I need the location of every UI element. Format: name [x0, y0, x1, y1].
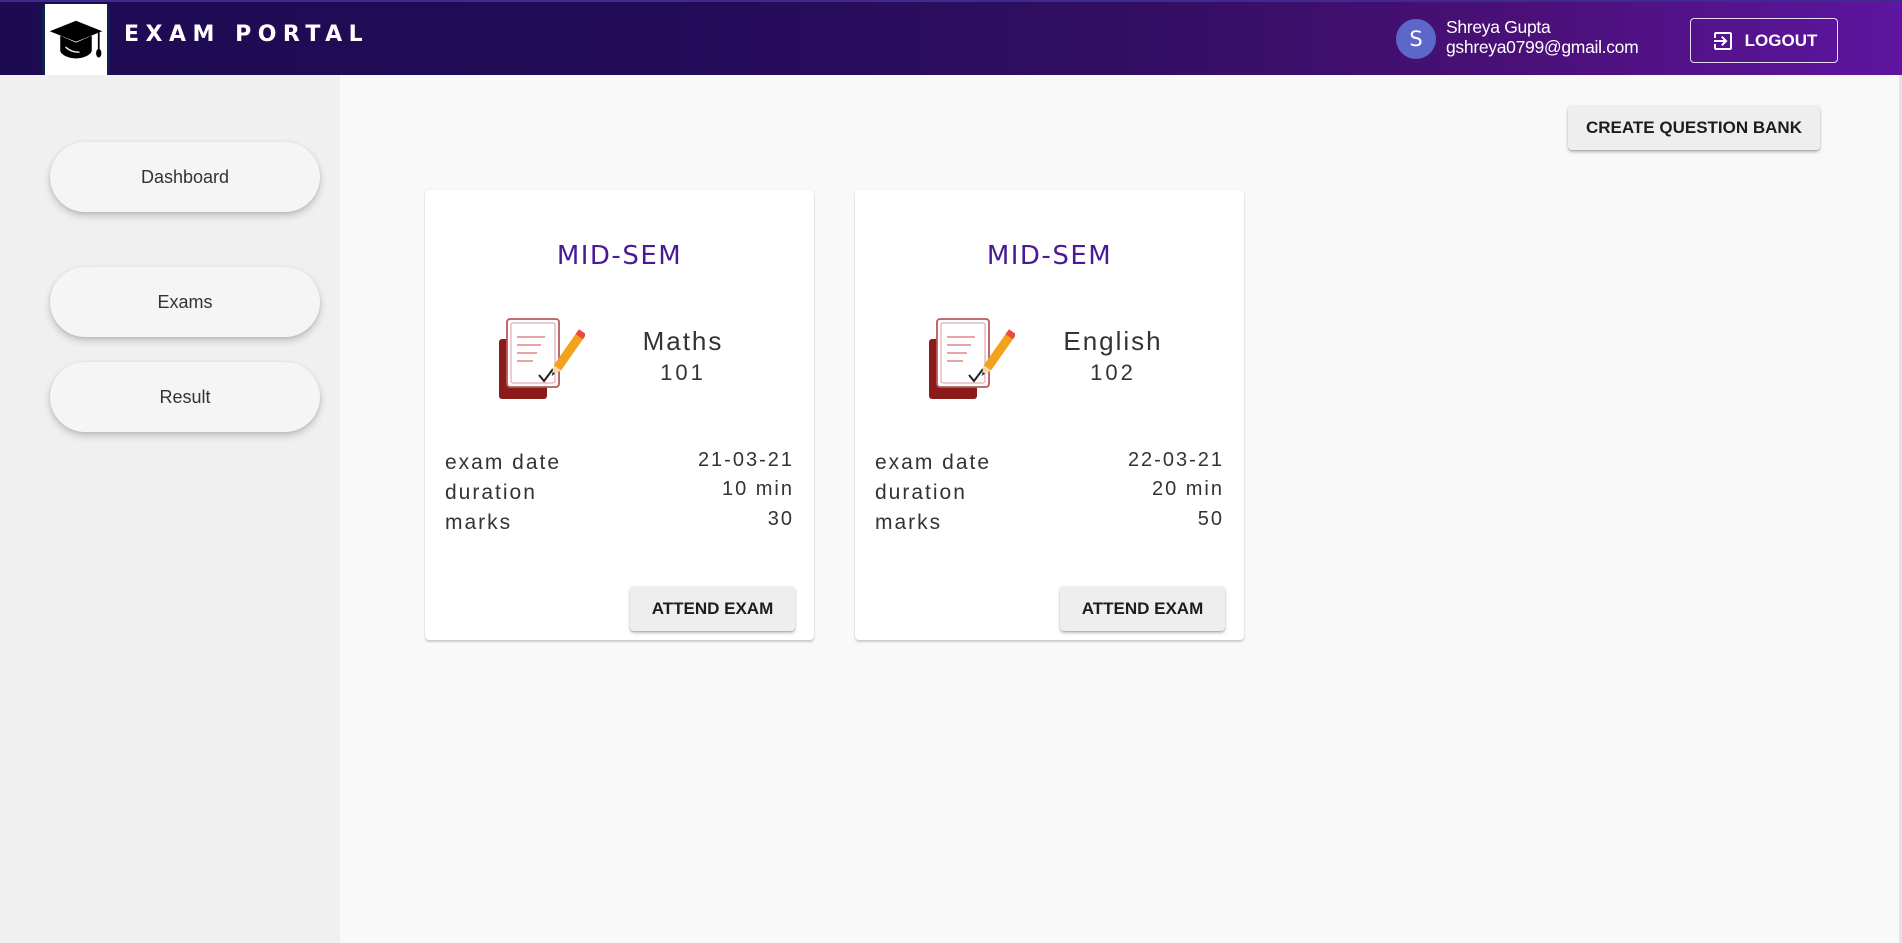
exam-code: 102	[1090, 360, 1136, 385]
sidebar-item-label: Result	[159, 386, 211, 407]
exam-date-value: 21-03-21	[697, 449, 794, 471]
create-question-bank-button[interactable]: CREATE QUESTION BANK	[1568, 105, 1820, 150]
top-header: EXAM PORTAL S Shreya Gupta gshreya0799@g…	[0, 0, 1902, 75]
exam-date-value: 22-03-21	[1127, 449, 1224, 471]
sidebar-item-exams[interactable]: Exams	[50, 267, 320, 337]
marks-value: 50	[1197, 508, 1224, 530]
sidebar-item-label: Dashboard	[140, 166, 230, 187]
exam-date-label: exam date	[875, 451, 992, 474]
logout-icon	[1711, 29, 1735, 53]
user-name: Shreya Gupta	[1446, 17, 1551, 37]
exam-card: MID-SEM English 102 exam date 22-03-21 d…	[855, 190, 1244, 640]
exam-card: MID-SEM Maths 101 exam date 21-03-21 dur…	[425, 190, 814, 640]
duration-label: duration	[445, 481, 537, 504]
duration-value: 10 min	[721, 478, 794, 500]
logout-label: LOGOUT	[1744, 30, 1818, 50]
sidebar-item-dashboard[interactable]: Dashboard	[50, 142, 320, 212]
duration-label: duration	[875, 481, 967, 504]
exam-code: 101	[660, 360, 706, 385]
exam-portal-app: EXAM PORTAL S Shreya Gupta gshreya0799@g…	[0, 0, 1902, 943]
exam-card-title: MID-SEM	[556, 241, 683, 271]
user-email: gshreya0799@gmail.com	[1446, 37, 1639, 57]
logout-button[interactable]: LOGOUT	[1690, 18, 1838, 63]
exam-paper-icon	[495, 315, 587, 410]
exam-subject: Maths	[642, 326, 724, 356]
marks-value: 30	[767, 508, 794, 530]
logo[interactable]	[42, 4, 110, 75]
exam-card-title: MID-SEM	[986, 241, 1113, 271]
attend-exam-button[interactable]: ATTEND EXAM	[630, 586, 795, 631]
sidebar-item-result[interactable]: Result	[50, 362, 320, 432]
exam-subject: English	[1063, 326, 1163, 356]
avatar[interactable]: S	[1396, 19, 1436, 59]
duration-value: 20 min	[1151, 478, 1224, 500]
graduation-cap-icon	[49, 20, 103, 58]
marks-label: marks	[875, 511, 943, 534]
exam-date-label: exam date	[445, 451, 562, 474]
exam-paper-icon	[925, 315, 1017, 410]
attend-exam-button[interactable]: ATTEND EXAM	[1060, 586, 1225, 631]
sidebar-item-label: Exams	[157, 291, 213, 312]
app-title: EXAM PORTAL	[124, 22, 370, 47]
sidebar: Dashboard Exams Result	[0, 75, 340, 943]
marks-label: marks	[445, 511, 513, 534]
